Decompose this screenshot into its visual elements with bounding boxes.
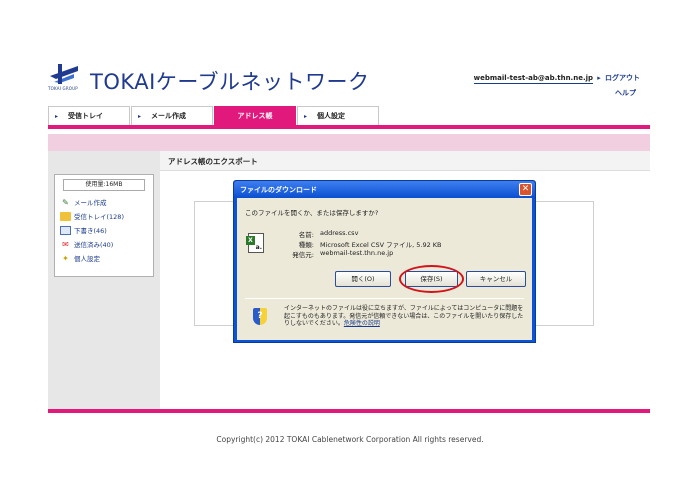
separator-arrow-icon: ▸ <box>597 74 601 82</box>
dialog-divider <box>245 298 524 299</box>
security-shield-icon: ? <box>253 308 267 325</box>
inbox-icon <box>60 211 71 221</box>
tab-address-book[interactable]: アドレス帳 <box>214 106 296 125</box>
sidebar-item-label: 送信済み(40) <box>74 241 114 249</box>
sidebar-item-drafts[interactable]: 下書き(46) <box>60 223 153 237</box>
tab-settings[interactable]: ▸ 個人設定 <box>297 106 379 125</box>
copyright: Copyright(c) 2012 TOKAI Cablenetwork Cor… <box>216 435 484 444</box>
file-type-key: 種類: <box>298 241 314 249</box>
file-source-row: 発信元: webmail-test.thn.ne.jp <box>284 249 442 259</box>
logo-subtitle: TOKAI GROUP <box>48 86 78 91</box>
warning-text: インターネットのファイルは役に立ちますが、ファイルによってはコンピュータに問題を… <box>284 305 524 327</box>
cancel-button[interactable]: キャンセル <box>466 271 526 287</box>
download-dialog: ファイルのダウンロード ✕ このファイルを開くか、または保存しますか? X a.… <box>233 180 536 343</box>
tab-label: メール作成 <box>151 112 187 120</box>
accent-divider <box>48 125 650 129</box>
sent-icon: ✉ <box>62 239 69 249</box>
accent-divider-bottom <box>48 409 650 413</box>
tab-arrow-icon: ▸ <box>55 112 59 120</box>
sidebar-item-label: 個人設定 <box>74 255 100 263</box>
file-name-key: 名前: <box>298 231 314 239</box>
compose-icon: ✎ <box>62 197 69 207</box>
storage-usage: 使用量:16MB <box>63 179 145 191</box>
tab-label: アドレス帳 <box>237 112 273 120</box>
sidebar-item-label: 下書き(46) <box>74 227 107 235</box>
highlight-ring <box>399 265 464 293</box>
excel-file-icon: X a. <box>246 233 264 253</box>
file-name-row: 名前: address.csv <box>284 229 442 239</box>
sidebar: 使用量:16MB ✎ メール作成 受信トレイ(128) 下書き(46) ✉ 送信… <box>48 151 160 409</box>
tokai-logo-icon <box>50 64 78 84</box>
tab-inbox[interactable]: ▸ 受信トレイ <box>48 106 130 125</box>
file-source: webmail-test.thn.ne.jp <box>320 249 394 257</box>
file-type: Microsoft Excel CSV ファイル, 5.92 KB <box>320 241 442 249</box>
dialog-title: ファイルのダウンロード <box>240 186 317 194</box>
draft-icon <box>60 225 71 235</box>
file-name: address.csv <box>320 229 359 237</box>
content-header: アドレス帳のエクスポート <box>160 151 650 171</box>
dialog-titlebar[interactable]: ファイルのダウンロード ✕ <box>234 181 535 198</box>
risk-explanation-link[interactable]: 危険性の説明 <box>344 320 380 327</box>
file-source-key: 発信元: <box>292 251 314 259</box>
logout-link[interactable]: ログアウト <box>605 74 640 82</box>
sidebar-item-label: 受信トレイ(128) <box>74 213 124 221</box>
user-email: webmail-test-ab@ab.thn.ne.jp <box>473 74 594 84</box>
open-button[interactable]: 開く(O) <box>335 271 391 287</box>
page-title: アドレス帳のエクスポート <box>168 157 258 166</box>
sub-toolbar <box>48 134 650 151</box>
tab-label: 受信トレイ <box>68 112 104 120</box>
sidebar-item-label: メール作成 <box>74 199 107 207</box>
close-icon[interactable]: ✕ <box>519 183 532 196</box>
sidebar-item-sent[interactable]: ✉ 送信済み(40) <box>60 237 153 251</box>
tab-arrow-icon: ▸ <box>304 112 308 120</box>
sidebar-item-inbox[interactable]: 受信トレイ(128) <box>60 209 153 223</box>
tab-compose[interactable]: ▸ メール作成 <box>131 106 213 125</box>
dialog-question: このファイルを開くか、または保存しますか? <box>245 209 379 217</box>
file-info: 名前: address.csv 種類: Microsoft Excel CSV … <box>284 229 442 259</box>
tab-arrow-icon: ▸ <box>138 112 142 120</box>
tab-label: 個人設定 <box>317 112 346 120</box>
file-type-row: 種類: Microsoft Excel CSV ファイル, 5.92 KB <box>284 239 442 249</box>
dialog-body: このファイルを開くか、または保存しますか? X a. 名前: address.c… <box>237 198 532 340</box>
main-tabs: ▸ 受信トレイ ▸ メール作成 アドレス帳 ▸ 個人設定 <box>48 106 380 125</box>
header-account: webmail-test-ab@ab.thn.ne.jp ▸ ログアウト <box>473 73 640 84</box>
sidebar-item-compose[interactable]: ✎ メール作成 <box>60 195 153 209</box>
brand-name: TOKAIケーブルネットワーク <box>90 70 370 94</box>
sidebar-item-settings[interactable]: ✦ 個人設定 <box>60 251 153 265</box>
security-warning: インターネットのファイルは役に立ちますが、ファイルによってはコンピュータに問題を… <box>284 305 524 328</box>
sidebar-menu: ✎ メール作成 受信トレイ(128) 下書き(46) ✉ 送信済み(40) ✦ … <box>55 195 153 265</box>
help-link[interactable]: ヘルプ <box>615 88 636 98</box>
sidebar-menu-box: 使用量:16MB ✎ メール作成 受信トレイ(128) 下書き(46) ✉ 送信… <box>54 174 154 277</box>
settings-icon: ✦ <box>62 253 69 263</box>
